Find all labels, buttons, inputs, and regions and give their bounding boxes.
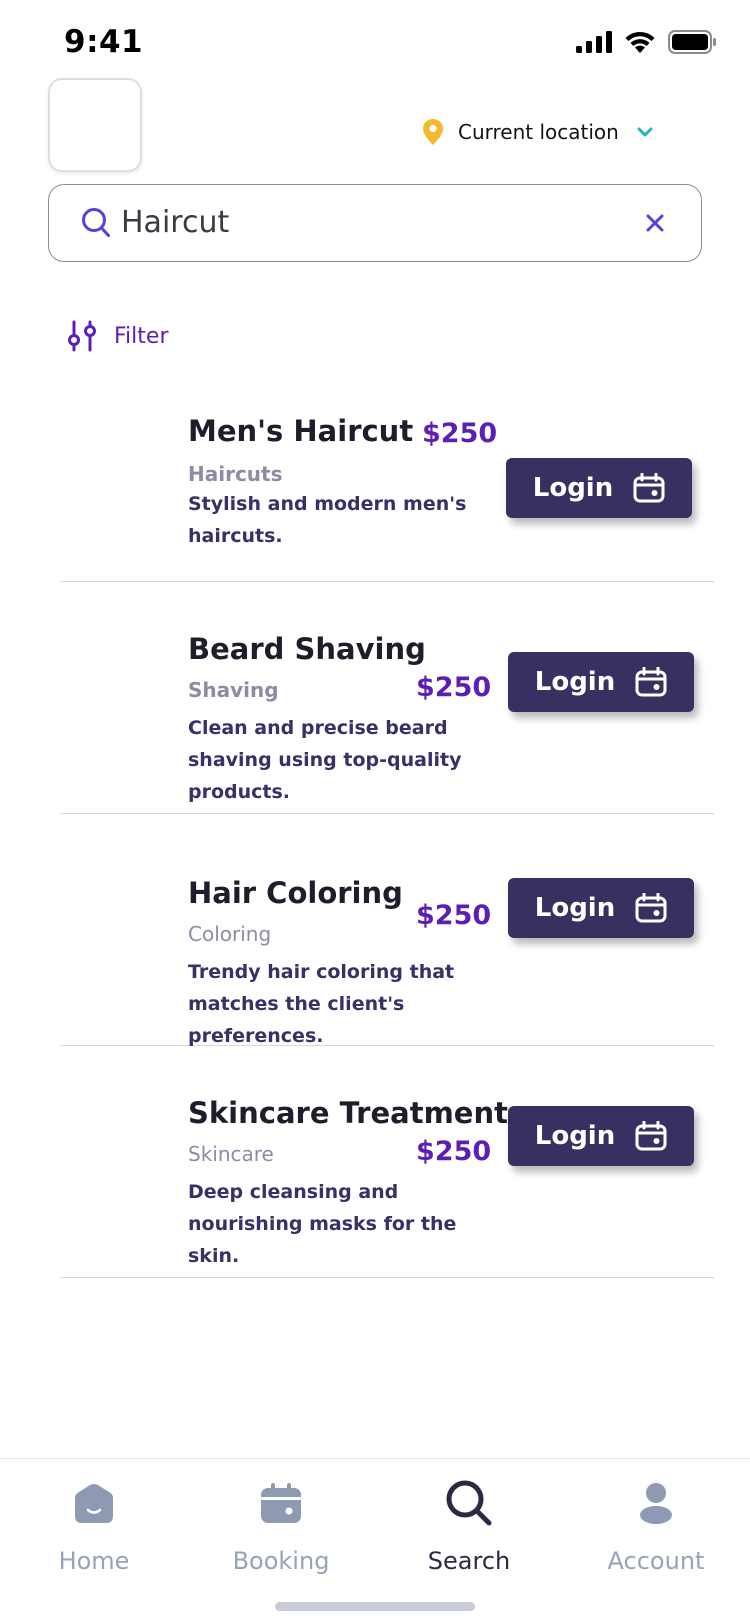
service-item: Hair Coloring Coloring $250 Trendy hair … — [60, 814, 714, 1047]
tab-home-label: Home — [58, 1547, 130, 1575]
user-icon — [640, 1483, 672, 1524]
tab-account-label: Account — [607, 1547, 705, 1575]
login-button[interactable]: Login — [508, 1106, 694, 1166]
status-icons — [576, 30, 716, 54]
login-button-label: Login — [534, 893, 616, 923]
service-price: $250 — [416, 672, 492, 703]
login-button[interactable]: Login — [508, 652, 694, 712]
service-category: Skincare — [188, 1142, 274, 1166]
service-price: $250 — [416, 1136, 492, 1167]
service-category: Shaving — [188, 678, 279, 702]
calendar-icon — [633, 473, 665, 503]
login-button-label: Login — [534, 667, 616, 697]
service-description: Clean and precise beard shaving using to… — [188, 717, 462, 803]
close-icon[interactable] — [641, 209, 669, 237]
service-item: Men's Haircut $250 Haircuts Stylish and … — [60, 380, 714, 582]
service-price: $250 — [416, 900, 492, 931]
wifi-icon — [625, 31, 655, 53]
tab-account[interactable]: Account — [576, 1473, 736, 1583]
home-indicator — [275, 1602, 475, 1611]
calendar-icon — [261, 1483, 301, 1523]
service-title: Skincare Treatment — [188, 1096, 508, 1130]
calendar-icon — [635, 893, 667, 923]
login-button[interactable]: Login — [506, 458, 692, 518]
service-category: Coloring — [188, 922, 272, 946]
tab-bar: Home Booking Search Account — [0, 1458, 750, 1624]
filter-button[interactable]: Filter — [68, 320, 168, 352]
service-item: Skincare Treatment Skincare $250 Deep cl… — [60, 1046, 714, 1278]
logo-placeholder — [48, 78, 142, 172]
tab-booking[interactable]: Booking — [201, 1473, 361, 1583]
battery-icon — [668, 30, 716, 54]
login-button-label: Login — [532, 473, 614, 503]
service-price: $250 — [422, 418, 498, 449]
location-label: Current location — [458, 120, 619, 144]
location-pin-icon — [423, 119, 443, 145]
search-box — [48, 184, 702, 262]
search-icon — [446, 1480, 492, 1526]
service-title: Hair Coloring — [188, 876, 403, 910]
chevron-down-icon — [637, 127, 653, 137]
search-icon — [82, 208, 110, 237]
filter-label: Filter — [114, 323, 169, 349]
service-title: Beard Shaving — [188, 632, 426, 666]
sliders-icon — [68, 320, 96, 352]
tab-search-label: Search — [427, 1547, 511, 1575]
calendar-icon — [635, 1121, 667, 1151]
cellular-signal-icon — [576, 31, 612, 53]
location-selector[interactable]: Current location — [422, 118, 653, 146]
service-description: Trendy hair coloring that matches the cl… — [188, 961, 455, 1047]
status-bar: 9:41 — [0, 0, 750, 90]
service-description: Stylish and modern men's haircuts. — [188, 493, 467, 547]
home-icon — [75, 1484, 113, 1523]
search-input[interactable] — [121, 185, 601, 260]
service-title: Men's Haircut — [188, 414, 414, 448]
calendar-icon — [635, 667, 667, 697]
tab-booking-label: Booking — [232, 1547, 330, 1575]
tab-home[interactable]: Home — [14, 1473, 174, 1583]
service-category: Haircuts — [188, 462, 283, 486]
tab-search[interactable]: Search — [389, 1473, 549, 1583]
login-button-label: Login — [534, 1121, 616, 1151]
status-time: 9:41 — [64, 24, 144, 60]
login-button[interactable]: Login — [508, 878, 694, 938]
service-description: Deep cleansing and nourishing masks for … — [188, 1181, 457, 1267]
service-item: Beard Shaving Shaving $250 Clean and pre… — [60, 582, 714, 814]
